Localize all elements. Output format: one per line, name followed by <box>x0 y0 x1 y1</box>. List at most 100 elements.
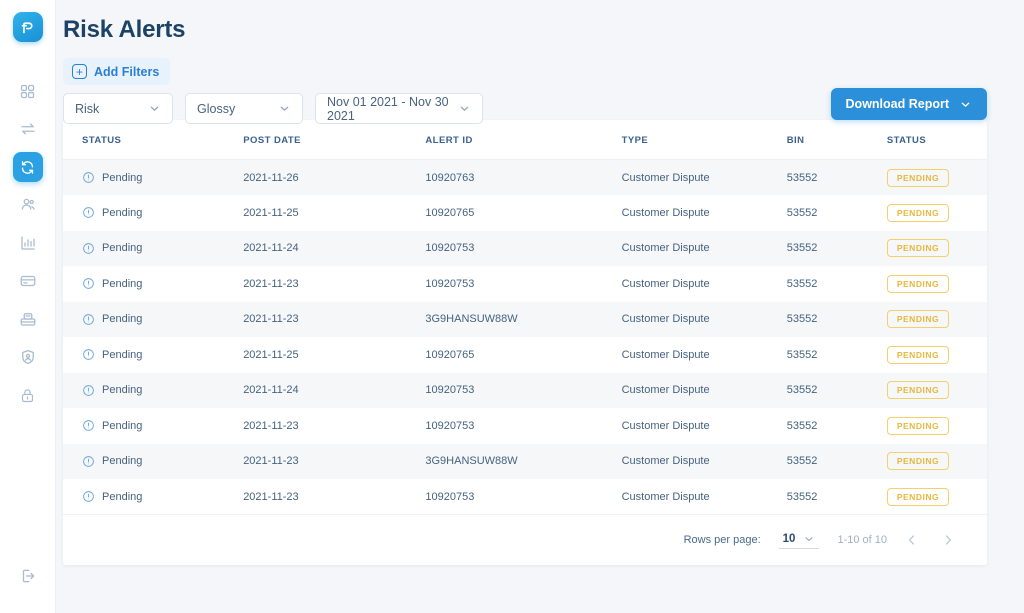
cell-status-badge: PENDING <box>886 337 987 373</box>
cell-type: Customer Dispute <box>621 408 787 444</box>
sidebar-item-analytics[interactable] <box>13 228 43 258</box>
cell-status: Pending <box>63 266 244 302</box>
status-text: Pending <box>102 206 143 219</box>
info-circle-icon <box>82 455 95 468</box>
sidebar-item-security[interactable] <box>13 380 43 410</box>
table-row[interactable]: Pending 2021-11-23 10920753 Customer Disput… <box>63 479 987 515</box>
column-header-status-badge[interactable]: STATUS <box>886 120 987 160</box>
info-circle-icon <box>82 171 95 184</box>
cell-post-date: 2021-11-23 <box>243 479 426 515</box>
download-report-label: Download Report <box>845 97 949 111</box>
download-report-button[interactable]: Download Report <box>830 88 987 120</box>
cell-alert-id: 10920753 <box>425 408 622 444</box>
cell-post-date: 2021-11-23 <box>243 408 426 444</box>
cell-post-date: 2021-11-23 <box>243 301 426 337</box>
cell-status: Pending <box>63 372 244 408</box>
table-row[interactable]: Pending 2021-11-25 10920765 Customer Disput… <box>63 195 987 231</box>
status-badge: PENDING <box>886 416 950 435</box>
table-row[interactable]: Pending 2021-11-24 10920753 Customer Disput… <box>63 372 987 408</box>
cell-bin: 53552 <box>786 372 887 408</box>
app-logo[interactable] <box>12 12 43 42</box>
cell-alert-id: 10920765 <box>425 195 622 231</box>
sidebar-item-compliance[interactable] <box>13 342 43 372</box>
cell-alert-id: 10920753 <box>425 372 622 408</box>
status-badge: PENDING <box>886 487 950 506</box>
status-text: Pending <box>102 455 143 468</box>
rows-per-page-label: Rows per page: <box>683 534 761 546</box>
sidebar-item-customers[interactable] <box>13 190 43 220</box>
status-badge: PENDING <box>886 239 950 258</box>
table-row[interactable]: Pending 2021-11-24 10920753 Customer Disput… <box>63 230 987 266</box>
logout-button[interactable] <box>13 561 43 591</box>
table-row[interactable]: Pending 2021-11-25 10920765 Customer Disput… <box>63 337 987 373</box>
sidebar-item-point-of-sale[interactable] <box>13 304 43 334</box>
cell-bin: 53552 <box>786 479 887 515</box>
filter-bar: + Add Filters Risk Glossy Nov 01 2021 - … <box>63 58 987 124</box>
cell-status: Pending <box>63 479 244 515</box>
table-row[interactable]: Pending 2021-11-23 3G9HANSUW88W Customer Di… <box>63 443 987 479</box>
pagination-controls <box>905 533 955 547</box>
status-text: Pending <box>102 419 143 432</box>
cell-status-badge: PENDING <box>886 195 987 231</box>
sidebar-item-risk-alerts[interactable] <box>12 152 43 182</box>
cell-status-badge: PENDING <box>886 443 987 479</box>
info-circle-icon <box>82 419 95 432</box>
page-title: Risk Alerts <box>63 16 186 43</box>
status-badge: PENDING <box>886 168 950 187</box>
cell-post-date: 2021-11-25 <box>243 195 426 231</box>
date-range-select[interactable]: Nov 01 2021 - Nov 30 2021 <box>315 93 483 124</box>
cell-alert-id: 3G9HANSUW88W <box>425 301 622 337</box>
cell-post-date: 2021-11-24 <box>243 372 426 408</box>
merchant-select-value: Glossy <box>197 101 236 116</box>
cell-alert-id: 10920763 <box>425 159 622 195</box>
table-row[interactable]: Pending 2021-11-26 10920763 Customer Disput… <box>63 159 987 195</box>
column-header-type[interactable]: TYPE <box>621 120 787 160</box>
info-circle-icon <box>82 313 95 326</box>
sidebar-item-transactions[interactable] <box>13 114 43 144</box>
rows-per-page-select[interactable]: 10 <box>778 532 820 549</box>
table-row[interactable]: Pending 2021-11-23 3G9HANSUW88W Customer Di… <box>63 301 987 337</box>
cell-alert-id: 10920765 <box>425 337 622 373</box>
add-filters-button[interactable]: + Add Filters <box>63 58 171 85</box>
cell-status: Pending <box>63 230 244 266</box>
cell-status: Pending <box>63 159 244 195</box>
cell-status-badge: PENDING <box>886 408 987 444</box>
info-circle-icon <box>82 242 95 255</box>
cell-type: Customer Dispute <box>621 159 787 195</box>
column-header-post-date[interactable]: POST DATE <box>243 120 426 160</box>
sidebar-item-dashboard[interactable] <box>13 76 43 106</box>
chevron-down-icon <box>458 102 471 115</box>
cell-bin: 53552 <box>786 266 887 302</box>
table-body: Pending 2021-11-26 10920763 Customer Disput… <box>63 159 987 515</box>
chevron-right-icon[interactable] <box>941 533 955 547</box>
status-badge: PENDING <box>886 310 950 329</box>
cell-status-badge: PENDING <box>886 230 987 266</box>
status-badge: PENDING <box>886 274 950 293</box>
status-badge: PENDING <box>886 452 950 471</box>
cell-bin: 53552 <box>786 443 887 479</box>
column-header-bin[interactable]: BIN <box>786 120 887 160</box>
cell-bin: 53552 <box>786 301 887 337</box>
cell-bin: 53552 <box>786 195 887 231</box>
cell-post-date: 2021-11-23 <box>243 266 426 302</box>
sidebar-item-payments[interactable] <box>13 266 43 296</box>
cell-post-date: 2021-11-24 <box>243 230 426 266</box>
main-content: Risk Alerts + Add Filters Risk Glossy No… <box>56 0 1024 613</box>
cell-status: Pending <box>63 195 244 231</box>
merchant-select[interactable]: Glossy <box>185 93 303 124</box>
cell-status-badge: PENDING <box>886 266 987 302</box>
risk-select-value: Risk <box>75 101 100 116</box>
risk-select[interactable]: Risk <box>63 93 173 124</box>
cell-post-date: 2021-11-26 <box>243 159 426 195</box>
status-text: Pending <box>102 384 143 397</box>
cell-bin: 53552 <box>786 159 887 195</box>
info-circle-icon <box>82 277 95 290</box>
status-text: Pending <box>102 242 143 255</box>
table-row[interactable]: Pending 2021-11-23 10920753 Customer Disput… <box>63 408 987 444</box>
column-header-alert-id[interactable]: ALERT ID <box>425 120 622 160</box>
chevron-left-icon[interactable] <box>905 533 919 547</box>
cell-alert-id: 10920753 <box>425 230 622 266</box>
table-row[interactable]: Pending 2021-11-23 10920753 Customer Disput… <box>63 266 987 302</box>
alerts-table-card: STATUS POST DATE ALERT ID TYPE BIN STATU… <box>63 120 987 565</box>
column-header-status[interactable]: STATUS <box>63 120 244 160</box>
